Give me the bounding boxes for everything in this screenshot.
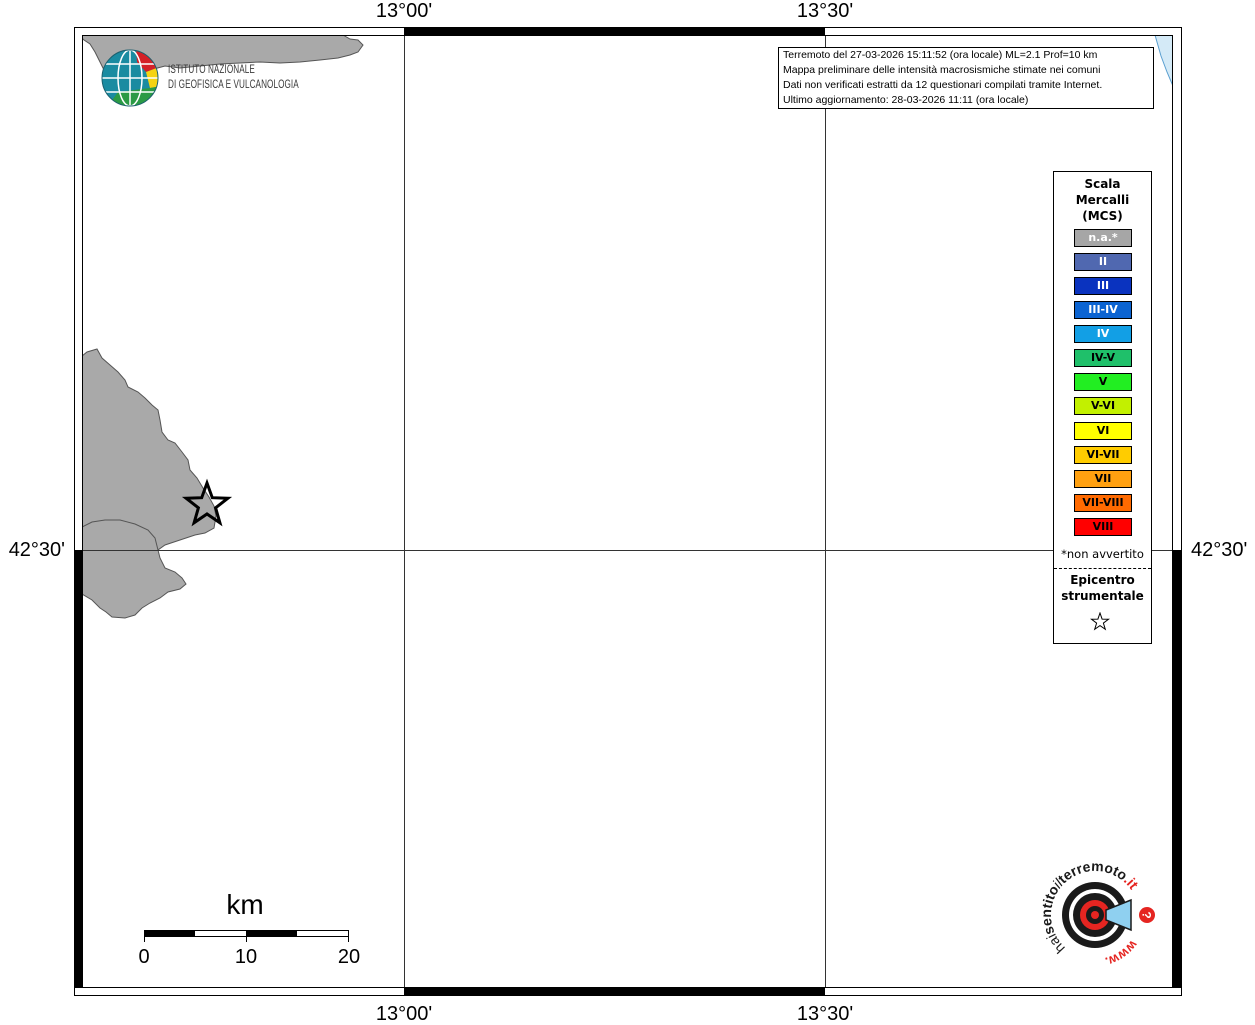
frame-bar-right [1173,550,1182,988]
legend-swatch-v-vi: V-VI [1074,397,1132,415]
frame-bar-bottom [404,988,825,996]
legend-epicenter-title-1: Epicentro [1070,573,1135,587]
ingv-logo-line-2: DI GEOFISICA E VULCANOLOGIA [168,79,299,91]
legend-swatch-ii: II [1074,253,1132,271]
hsit-logo: ? www. haisentitoilterremoto.it [1038,858,1155,970]
legend-epicenter-star-icon [1090,612,1110,631]
grid-label-top-13-00: 13°00' [375,0,433,22]
legend-swatch-viii: VIII [1074,518,1132,536]
grid-label-left-42-30: 42°30' [8,539,65,561]
legend-swatch-vi: VI [1074,422,1132,440]
legend-swatch-iii: III [1074,277,1132,295]
hsit-question-mark: ? [1140,911,1154,918]
legend-swatch-vii: VII [1074,470,1132,488]
grid-label-bottom-13-30: 13°30' [796,1003,854,1025]
scale-bar-label-0: 0 [138,946,150,968]
event-info-line-4: Ultimo aggiornamento: 28-03-2026 11:11 (… [783,94,1029,106]
legend-swatch-v: V [1074,373,1132,391]
legend-swatch-vi-vii: VI-VII [1074,446,1132,464]
legend-swatch-vii-viii: VII-VIII [1074,494,1132,512]
legend-epicenter-title-2: strumentale [1061,589,1144,603]
map-outer-frame [74,27,1182,996]
scale-bar-label-10: 10 [234,946,258,968]
event-info-line-1: Terremoto del 27-03-2026 15:11:52 (ora l… [783,49,1098,61]
frame-bar-top [404,27,825,35]
legend-title-line-3: (MCS) [1082,209,1123,223]
event-info-box: Terremoto del 27-03-2026 15:11:52 (ora l… [778,47,1154,109]
event-info-line-3: Dati non verificati estratti da 12 quest… [783,79,1103,91]
grid-label-top-13-30: 13°30' [796,0,854,22]
legend-footnote: *non avvertito [1061,547,1144,561]
event-info-line-2: Mappa preliminare delle intensità macros… [783,64,1101,76]
mcs-legend: Scala Mercalli (MCS) n.a.* II III III-IV… [1053,171,1152,644]
legend-divider [1054,568,1151,569]
legend-swatch-iv: IV [1074,325,1132,343]
scale-bar-unit: km [226,889,264,920]
legend-title-line-1: Scala [1084,177,1121,191]
ingv-logo-line-1: ISTITUTO NAZIONALE [168,64,255,76]
scale-bar-label-20: 20 [337,946,361,968]
legend-swatch-iii-iv: III-IV [1074,301,1132,319]
legend-swatch-na: n.a.* [1074,229,1132,247]
legend-swatch-iv-v: IV-V [1074,349,1132,367]
legend-title-line-2: Mercalli [1075,193,1130,207]
grid-label-bottom-13-00: 13°00' [375,1003,433,1025]
grid-label-right-42-30: 42°30' [1191,539,1248,561]
frame-bar-left [74,550,82,988]
hsit-word-sentito: sentito [1038,882,1062,937]
